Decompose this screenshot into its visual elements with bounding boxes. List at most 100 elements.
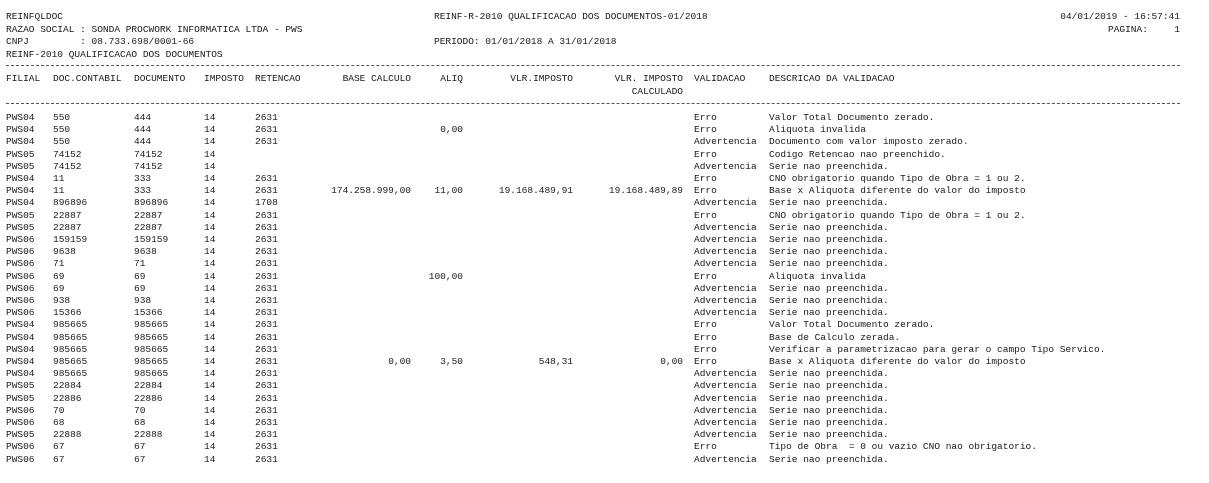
cell-retencao: 2631: [255, 454, 278, 465]
cell-doc-contabil: 159159: [53, 234, 88, 245]
cell-documento: 22886: [134, 393, 163, 404]
cell-filial: PWS04: [6, 368, 35, 379]
cell-validacao: Advertencia: [694, 234, 757, 245]
cell-validacao: Erro: [694, 441, 717, 452]
cell-imposto: 14: [204, 246, 216, 257]
cell-descricao: Serie nao preenchida.: [769, 295, 889, 306]
cell-documento: 985665: [134, 319, 169, 330]
cell-documento: 333: [134, 185, 152, 196]
cell-aliq: 11,00: [434, 185, 463, 196]
cell-doc-contabil: 985665: [53, 368, 88, 379]
cell-filial: PWS04: [6, 185, 35, 196]
separator-columns: [6, 103, 1180, 104]
cell-doc-contabil: 15366: [53, 307, 82, 318]
cell-imposto: 14: [204, 136, 216, 147]
cell-imposto: 14: [204, 417, 216, 428]
cell-documento: 896896: [134, 197, 169, 208]
pagina-label: PAGINA:: [1108, 24, 1148, 35]
col-aliq: ALIQ: [440, 73, 463, 84]
cell-imposto: 14: [204, 185, 216, 196]
cell-filial: PWS06: [6, 454, 35, 465]
cell-documento: 68: [134, 417, 146, 428]
cell-documento: 985665: [134, 356, 169, 367]
cell-imposto: 14: [204, 319, 216, 330]
cell-descricao: Serie nao preenchida.: [769, 283, 889, 294]
cell-base-calculo: 0,00: [388, 356, 411, 367]
cell-descricao: Serie nao preenchida.: [769, 222, 889, 233]
cell-filial: PWS06: [6, 417, 35, 428]
cell-documento: 985665: [134, 332, 169, 343]
cell-imposto: 14: [204, 149, 216, 160]
separator-top: [6, 65, 1180, 66]
cell-imposto: 14: [204, 283, 216, 294]
cell-retencao: 2631: [255, 429, 278, 440]
cell-doc-contabil: 985665: [53, 356, 88, 367]
cell-doc-contabil: 550: [53, 124, 71, 135]
cell-descricao: Base de Calculo zerada.: [769, 332, 901, 343]
cell-documento: 444: [134, 112, 152, 123]
cell-retencao: 2631: [255, 246, 278, 257]
cell-validacao: Erro: [694, 332, 717, 343]
cell-doc-contabil: 69: [53, 271, 65, 282]
cell-filial: PWS04: [6, 124, 35, 135]
cell-vlr-imposto: 19.168.489,91: [498, 185, 573, 196]
cell-descricao: Serie nao preenchida.: [769, 161, 889, 172]
cell-validacao: Erro: [694, 173, 717, 184]
cell-filial: PWS06: [6, 271, 35, 282]
cell-doc-contabil: 22886: [53, 393, 82, 404]
cell-descricao: CNO obrigatorio quando Tipo de Obra = 1 …: [769, 173, 1026, 184]
cell-documento: 15366: [134, 307, 163, 318]
cell-documento: 22884: [134, 380, 163, 391]
cell-retencao: 2631: [255, 417, 278, 428]
cell-documento: 9638: [134, 246, 157, 257]
cell-filial: PWS04: [6, 112, 35, 123]
cell-imposto: 14: [204, 393, 216, 404]
cell-imposto: 14: [204, 271, 216, 282]
cell-validacao: Erro: [694, 319, 717, 330]
cell-documento: 22887: [134, 210, 163, 221]
cell-retencao: 2631: [255, 185, 278, 196]
cell-descricao: Verificar a parametrizacao para gerar o …: [769, 344, 1106, 355]
cell-validacao: Advertencia: [694, 258, 757, 269]
cell-vlr-calculado: 0,00: [660, 356, 683, 367]
cell-doc-contabil: 67: [53, 441, 65, 452]
cell-filial: PWS04: [6, 319, 35, 330]
cell-descricao: CNO obrigatorio quando Tipo de Obra = 1 …: [769, 210, 1026, 221]
cell-imposto: 14: [204, 332, 216, 343]
cell-validacao: Advertencia: [694, 393, 757, 404]
col-vlr-imposto-calculado: VLR. IMPOSTO: [614, 73, 683, 84]
cell-doc-contabil: 74152: [53, 161, 82, 172]
cell-retencao: 2631: [255, 258, 278, 269]
cell-validacao: Advertencia: [694, 417, 757, 428]
cell-imposto: 14: [204, 380, 216, 391]
cell-doc-contabil: 550: [53, 112, 71, 123]
cell-imposto: 14: [204, 344, 216, 355]
cell-descricao: Serie nao preenchida.: [769, 454, 889, 465]
cell-retencao: 2631: [255, 271, 278, 282]
col-doc-contabil: DOC.CONTABIL: [53, 73, 122, 84]
cell-filial: PWS06: [6, 295, 35, 306]
cell-documento: 159159: [134, 234, 169, 245]
cell-descricao: Codigo Retencao nao preenchido.: [769, 149, 946, 160]
cell-imposto: 14: [204, 124, 216, 135]
cell-doc-contabil: 67: [53, 454, 65, 465]
cell-validacao: Erro: [694, 124, 717, 135]
cell-doc-contabil: 22887: [53, 222, 82, 233]
cell-documento: 333: [134, 173, 152, 184]
cell-doc-contabil: 896896: [53, 197, 88, 208]
cell-documento: 74152: [134, 149, 163, 160]
cell-validacao: Erro: [694, 210, 717, 221]
cell-doc-contabil: 68: [53, 417, 65, 428]
cell-imposto: 14: [204, 161, 216, 172]
cell-retencao: 2631: [255, 234, 278, 245]
col-vlr-imposto: VLR.IMPOSTO: [510, 73, 573, 84]
cell-descricao: Serie nao preenchida.: [769, 197, 889, 208]
cell-imposto: 14: [204, 112, 216, 123]
cell-descricao: Serie nao preenchida.: [769, 380, 889, 391]
cell-validacao: Advertencia: [694, 222, 757, 233]
col-validacao: VALIDACAO: [694, 73, 746, 84]
cell-doc-contabil: 69: [53, 283, 65, 294]
cell-documento: 69: [134, 283, 146, 294]
cell-imposto: 14: [204, 441, 216, 452]
col-vlr-imposto-calculado-2: CALCULADO: [631, 86, 683, 97]
